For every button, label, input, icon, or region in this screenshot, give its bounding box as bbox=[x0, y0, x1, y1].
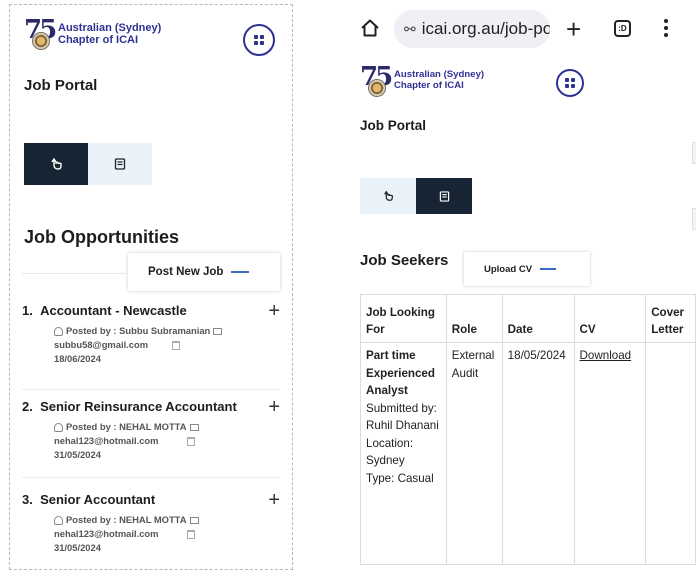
right-phone-screenshot: ⚯ icai.org.au/job-po + :D 75 Australian … bbox=[348, 0, 696, 573]
posted-by: Posted by : NEHAL MOTTA bbox=[66, 421, 187, 432]
column-header-date: Date bbox=[501, 294, 575, 343]
posted-by: Posted by : Subbu Subramanian bbox=[66, 325, 211, 336]
calendar-icon bbox=[172, 340, 181, 350]
book-icon bbox=[439, 190, 449, 202]
expand-plus-icon[interactable]: + bbox=[268, 397, 280, 417]
grid-menu-button[interactable] bbox=[243, 24, 275, 56]
tab-job-opportunities[interactable] bbox=[360, 178, 416, 214]
calendar-icon bbox=[186, 529, 195, 539]
address-bar[interactable]: ⚯ icai.org.au/job-po bbox=[394, 10, 550, 48]
posted-date: 31/05/2024 bbox=[54, 449, 101, 460]
page-title: Job Portal bbox=[24, 77, 98, 94]
home-icon[interactable] bbox=[360, 18, 380, 38]
book-icon bbox=[114, 158, 126, 170]
mail-icon bbox=[189, 423, 199, 431]
mail-icon bbox=[213, 327, 223, 335]
hand-pointer-icon bbox=[384, 190, 393, 201]
user-icon bbox=[54, 326, 63, 336]
column-header-job-looking-for: Job Looking For bbox=[360, 294, 447, 343]
job-seekers-table: Job Looking For Role Date CV Cover Lette… bbox=[360, 294, 696, 565]
logo-line-1: Australian (Sydney) bbox=[58, 21, 162, 34]
expand-plus-icon[interactable]: + bbox=[268, 490, 280, 510]
grid-menu-button[interactable] bbox=[556, 69, 584, 97]
view-toggle bbox=[360, 178, 472, 214]
download-cv-link[interactable]: Download bbox=[580, 349, 632, 362]
user-icon bbox=[54, 515, 63, 525]
job-title[interactable]: Senior Reinsurance Accountant bbox=[40, 399, 237, 414]
page-title: Job Portal bbox=[360, 118, 427, 133]
logo-emblem-icon: 75 bbox=[24, 15, 57, 50]
posted-date: 31/05/2024 bbox=[54, 542, 101, 553]
column-header-role: Role bbox=[445, 294, 503, 343]
new-tab-button[interactable]: + bbox=[566, 14, 581, 45]
section-title-job-seekers: Job Seekers bbox=[360, 252, 449, 269]
table-header-row: Job Looking For Role Date CV Cover Lette… bbox=[360, 294, 696, 343]
url-text[interactable]: icai.org.au/job-po bbox=[422, 19, 550, 39]
logo-line-2: Chapter of ICAI bbox=[394, 80, 464, 91]
user-icon bbox=[54, 422, 63, 432]
chapter-logo[interactable]: 75 Australian (Sydney) Chapter of ICAI bbox=[360, 62, 484, 97]
poster-email[interactable]: nehal123@hotmail.com bbox=[54, 527, 159, 541]
tab-job-opportunities[interactable] bbox=[24, 143, 88, 185]
posted-date: 18/06/2024 bbox=[54, 353, 101, 364]
post-new-job-button[interactable]: Post New Job bbox=[128, 253, 280, 291]
job-listing-1[interactable]: 1. Accountant - Newcastle + Posted by : … bbox=[22, 301, 280, 366]
chapter-logo[interactable]: 75 Australian (Sydney) Chapter of ICAI bbox=[24, 15, 162, 50]
date-cell: 18/05/2024 bbox=[501, 342, 575, 565]
tab-job-seekers[interactable] bbox=[88, 143, 152, 185]
seeker-job-title: Part time Experienced Analyst bbox=[366, 349, 435, 397]
posted-by: Posted by : NEHAL MOTTA bbox=[66, 514, 187, 525]
poster-email[interactable]: subbu58@gmail.com bbox=[54, 338, 148, 352]
tab-switcher-button[interactable]: :D bbox=[614, 20, 631, 37]
upload-cv-button[interactable]: Upload CV bbox=[464, 252, 590, 286]
grid-menu-icon bbox=[254, 35, 264, 45]
mail-icon bbox=[189, 516, 199, 524]
left-phone-screenshot: 75 Australian (Sydney) Chapter of ICAI J… bbox=[9, 4, 293, 570]
job-looking-for-cell: Part time Experienced Analyst Submitted … bbox=[360, 342, 447, 565]
calendar-icon bbox=[186, 436, 195, 446]
column-header-cover-letter: Cover Letter bbox=[645, 294, 696, 343]
expand-plus-icon[interactable]: + bbox=[268, 301, 280, 321]
table-row: Part time Experienced Analyst Submitted … bbox=[360, 342, 696, 565]
cover-letter-cell bbox=[645, 342, 696, 565]
kebab-menu-icon[interactable] bbox=[664, 19, 668, 40]
logo-line-2: Chapter of ICAI bbox=[58, 34, 139, 46]
grid-menu-icon bbox=[565, 78, 575, 88]
seeker-type: Type: Casual bbox=[366, 471, 434, 485]
tab-job-seekers[interactable] bbox=[416, 178, 472, 214]
poster-email[interactable]: nehal123@hotmail.com bbox=[54, 434, 159, 448]
seeker-location: Location: Sydney bbox=[366, 436, 414, 468]
seeker-submitted-by: Submitted by: Ruhil Dhanani bbox=[366, 401, 439, 433]
role-cell: External Audit bbox=[445, 342, 503, 565]
job-title[interactable]: Accountant - Newcastle bbox=[40, 303, 187, 318]
hand-pointer-icon bbox=[51, 157, 62, 170]
job-title[interactable]: Senior Accountant bbox=[40, 492, 155, 507]
column-header-cv: CV bbox=[573, 294, 647, 343]
tune-icon[interactable]: ⚯ bbox=[404, 21, 416, 38]
logo-emblem-icon: 75 bbox=[360, 62, 393, 97]
section-title-job-opportunities: Job Opportunities bbox=[24, 227, 179, 247]
cv-cell: Download bbox=[573, 342, 647, 565]
browser-toolbar: ⚯ icai.org.au/job-po + :D bbox=[348, 8, 696, 50]
job-listing-3[interactable]: 3. Senior Accountant + Posted by : NEHAL… bbox=[22, 490, 280, 555]
view-toggle bbox=[24, 143, 152, 185]
job-listing-2[interactable]: 2. Senior Reinsurance Accountant + Poste… bbox=[22, 397, 280, 462]
